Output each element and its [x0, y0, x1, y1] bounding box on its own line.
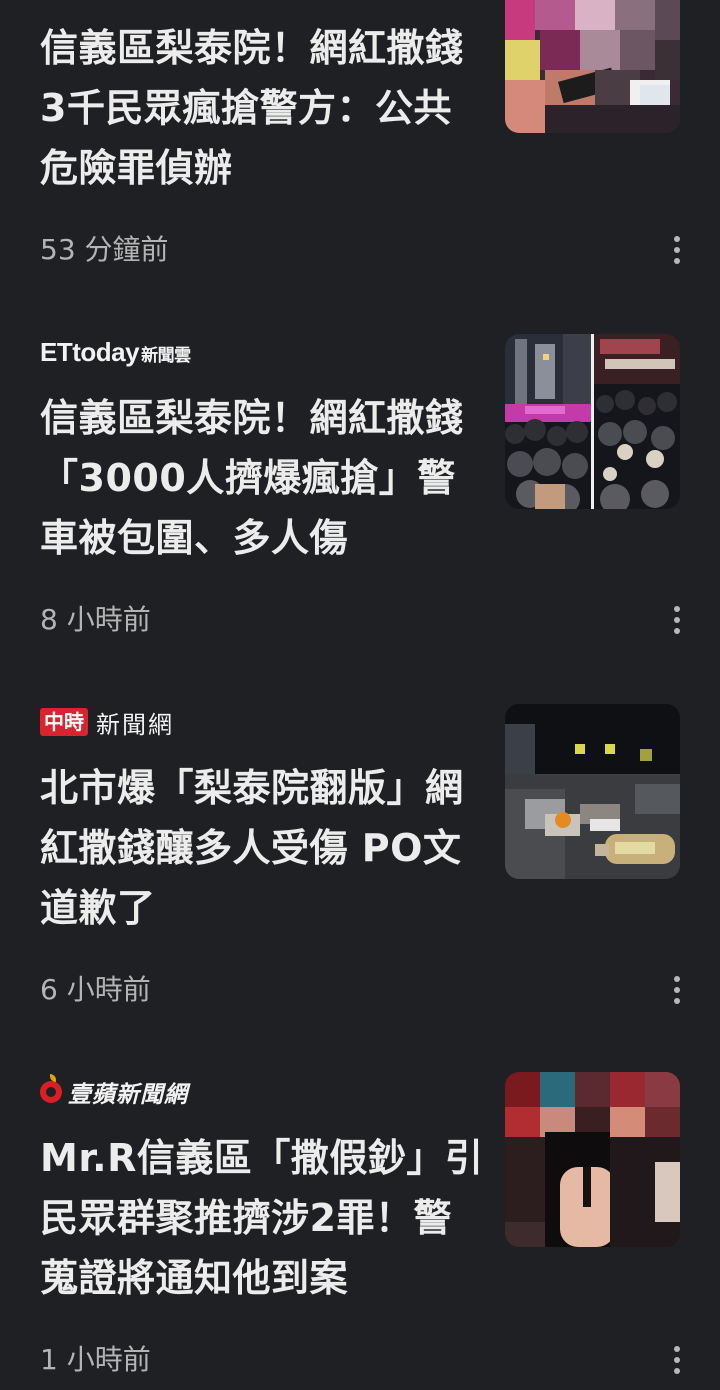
apple-icon [40, 1074, 62, 1103]
headline[interactable]: 信義區梨泰院！網紅撒錢3千民眾瘋搶警方：公共危險罪偵辦 [40, 18, 485, 198]
news-feed: 信義區梨泰院！網紅撒錢3千民眾瘋搶警方：公共危險罪偵辦 53 分鐘前 ETtod… [0, 0, 720, 1390]
more-vert-icon [674, 976, 680, 982]
more-options-button[interactable] [660, 1340, 694, 1380]
news-card[interactable]: 壹蘋新聞網 Mr.R信義區「撒假鈔」引民眾群聚推擠涉2罪！警蒐證將通知他到案 1… [0, 1072, 720, 1390]
thumbnail-image[interactable] [505, 704, 680, 879]
timestamp: 6 小時前 [40, 973, 151, 1006]
news-card[interactable]: 信義區梨泰院！網紅撒錢3千民眾瘋搶警方：公共危險罪偵辦 53 分鐘前 [0, 0, 720, 370]
thumbnail-image[interactable] [505, 334, 680, 509]
more-options-button[interactable] [660, 600, 694, 640]
thumbnail-street [505, 704, 680, 879]
headline[interactable]: 北市爆「梨泰院翻版」網紅撒錢釀多人受傷 PO文道歉了 [40, 758, 485, 938]
thumbnail-crowd [505, 334, 680, 509]
thumbnail-image[interactable] [505, 0, 680, 133]
thumbnail-pixelated-crowd [505, 1072, 680, 1247]
timestamp: 1 小時前 [40, 1343, 151, 1376]
more-options-button[interactable] [660, 230, 694, 270]
more-vert-icon [674, 1346, 680, 1352]
source-logo-nextapple: 壹蘋新聞網 [40, 1072, 188, 1112]
timestamp: 8 小時前 [40, 603, 151, 636]
news-card[interactable]: 中時 新聞網 北市爆「梨泰院翻版」網紅撒錢釀多人受傷 PO文道歉了 6 小時前 [0, 702, 720, 1072]
more-vert-icon [674, 236, 680, 242]
chinatimes-logo: 中時 新聞網 [40, 705, 174, 740]
nextapple-logo: 壹蘋新聞網 [40, 1074, 188, 1109]
more-options-button[interactable] [660, 970, 694, 1010]
timestamp: 53 分鐘前 [40, 233, 169, 266]
headline[interactable]: 信義區梨泰院！網紅撒錢「3000人擠爆瘋搶」警車被包圍、多人傷 [40, 388, 485, 568]
ettoday-logo: ETtoday 新聞雲 [40, 336, 191, 367]
more-vert-icon [674, 606, 680, 612]
thumbnail-image[interactable] [505, 1072, 680, 1247]
thumbnail-pixelated [505, 0, 680, 133]
headline[interactable]: Mr.R信義區「撒假鈔」引民眾群聚推擠涉2罪！警蒐證將通知他到案 [40, 1128, 485, 1308]
source-logo-ettoday: ETtoday 新聞雲 [40, 332, 191, 372]
news-card[interactable]: ETtoday 新聞雲 信義區梨泰院！網紅撒錢「3000人擠爆瘋搶」警車被包圍、多… [0, 332, 720, 702]
source-logo-chinatimes: 中時 新聞網 [40, 702, 174, 742]
